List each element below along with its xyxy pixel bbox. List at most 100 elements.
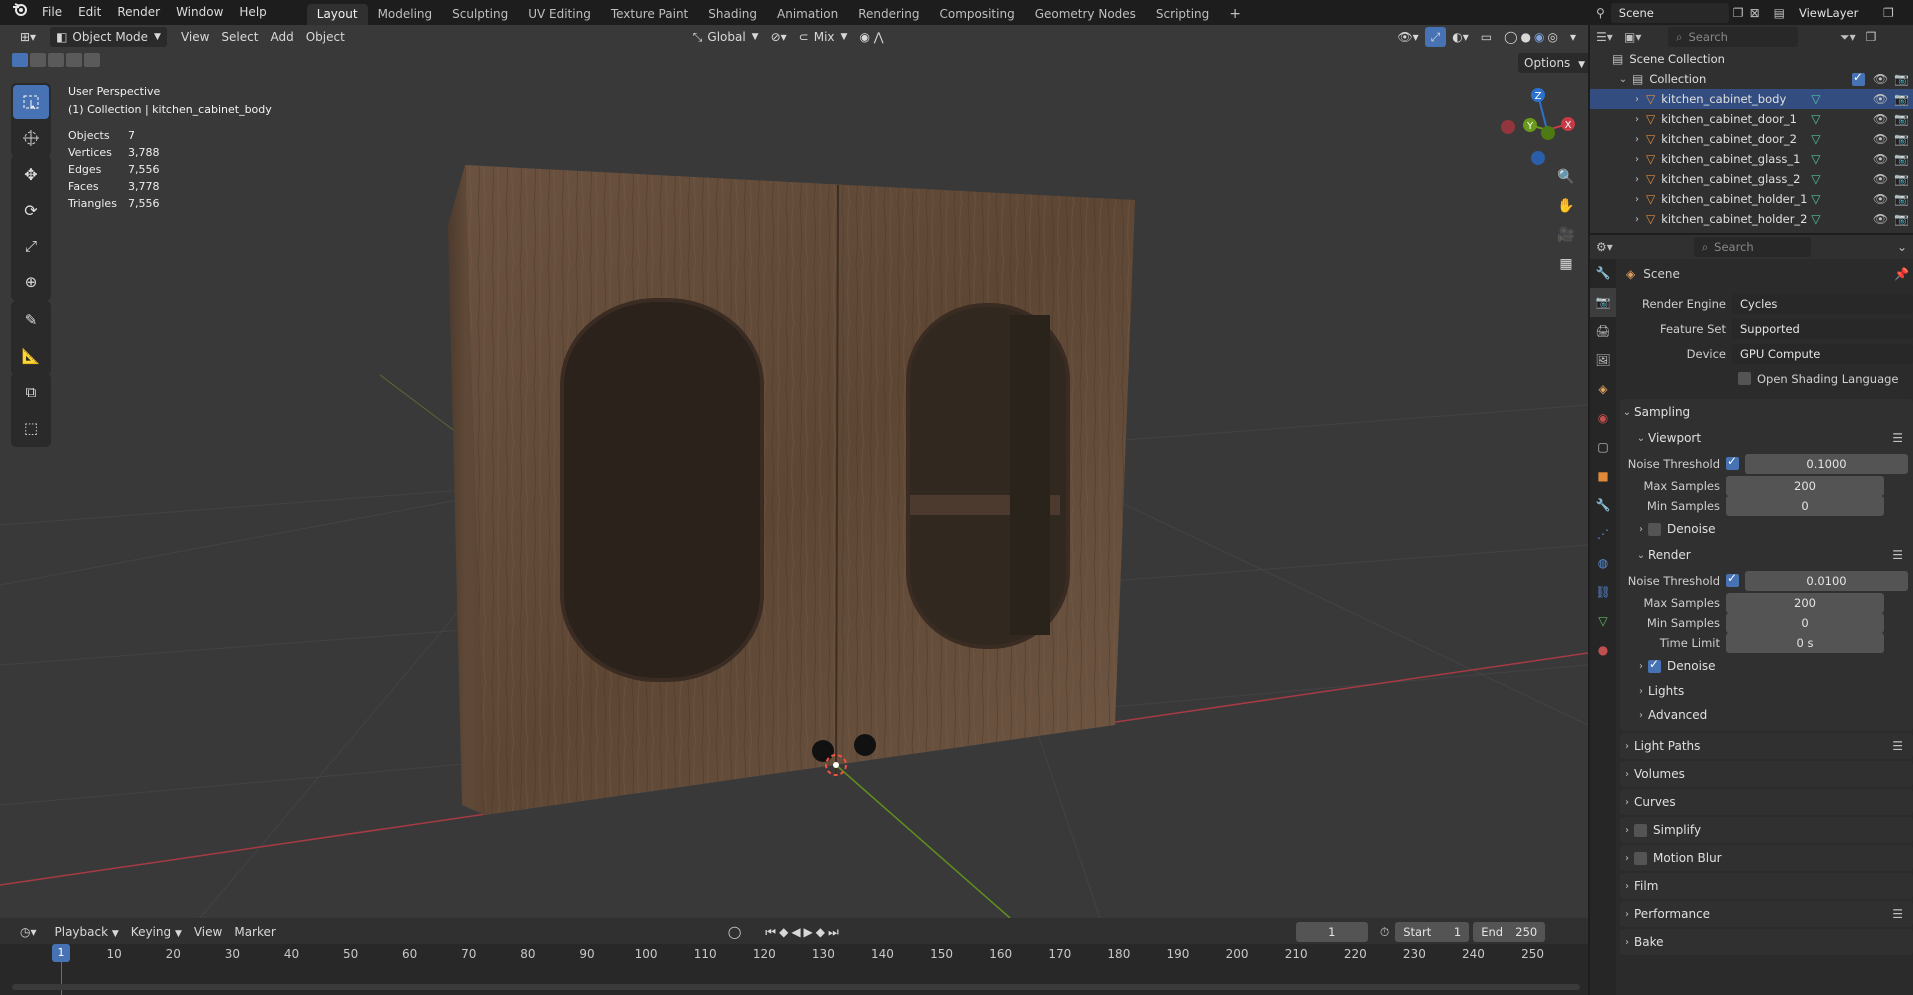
presets-list-icon[interactable]: ☰ (1892, 548, 1903, 562)
tab-compositing[interactable]: Compositing (929, 4, 1024, 25)
3d-viewport[interactable]: X Y Z ⊞▾ ◧ Object Mode ▼ View Select Add… (0, 25, 1588, 918)
data-tab-icon[interactable]: ▽ (1590, 607, 1616, 636)
menu-add[interactable]: Add (264, 27, 299, 47)
annotate-tool-icon[interactable]: ✎ (13, 303, 49, 337)
menu-help[interactable]: Help (231, 0, 274, 25)
properties-editor-icon[interactable]: ⚙▾ (1596, 240, 1636, 254)
select-new-icon[interactable] (12, 53, 28, 67)
play-reverse-icon[interactable]: ◀ (791, 925, 803, 939)
filter-icon[interactable]: ⏷▾ (1840, 30, 1856, 45)
proportional-editing-icon[interactable]: ◉ ⋀ (853, 27, 889, 47)
chevron-down-icon[interactable]: ⌄ (1616, 74, 1630, 85)
eye-icon[interactable]: 👁 (1873, 112, 1888, 126)
viewport-noise-field[interactable]: 0.1000 (1745, 453, 1908, 474)
osl-checkbox[interactable] (1738, 372, 1751, 385)
outliner-item[interactable]: › ▽ kitchen_cabinet_holder_1 ▽ 👁 📷 (1590, 189, 1913, 209)
panel-bake[interactable]: › Bake (1620, 929, 1913, 955)
chevron-right-icon[interactable]: › (1630, 214, 1644, 225)
measure-tool-icon[interactable]: 📐 (13, 339, 49, 373)
kitchen-cabinet-model[interactable] (448, 165, 1135, 815)
solid-shading-icon[interactable]: ● (1521, 27, 1531, 47)
eye-icon[interactable]: 👁 (1873, 192, 1888, 206)
wireframe-shading-icon[interactable]: ◯ (1504, 27, 1517, 47)
gizmo-toggle-icon[interactable]: ⤢ (1424, 27, 1447, 47)
camera-icon[interactable]: 📷 (1894, 212, 1909, 226)
select-extend-icon[interactable] (30, 53, 46, 67)
constraints-tab-icon[interactable]: ⛓ (1590, 578, 1616, 607)
camera-icon[interactable]: 📷 (1894, 132, 1909, 146)
physics-tab-icon[interactable]: ◍ (1590, 549, 1616, 578)
perspective-toggle-icon[interactable]: ▦ (1552, 256, 1580, 285)
presets-list-icon[interactable]: ☰ (1892, 907, 1903, 921)
chevron-right-icon[interactable]: › (1630, 134, 1644, 145)
advanced-subpanel-header[interactable]: › Advanced (1620, 703, 1913, 727)
tab-uv-editing[interactable]: UV Editing (518, 4, 601, 25)
outliner-item[interactable]: › ▽ kitchen_cabinet_door_1 ▽ 👁 📷 (1590, 109, 1913, 129)
xray-icon[interactable]: ▭ (1475, 27, 1498, 47)
eye-icon[interactable]: 👁 (1873, 152, 1888, 166)
panel-motion-blur[interactable]: › Motion Blur (1620, 845, 1913, 871)
time-limit-field[interactable]: 0 s (1726, 633, 1884, 653)
mesh-data-icon[interactable]: ▽ (1811, 132, 1873, 146)
menu-keying[interactable]: Keying ▼ (125, 922, 188, 942)
cursor-tool-icon[interactable] (13, 121, 49, 155)
next-keyframe-icon[interactable]: ◆ (816, 925, 828, 939)
editor-type-icon[interactable]: ⊞▾ (14, 27, 42, 47)
add-object-tool-icon[interactable]: ⬚ (13, 411, 49, 445)
jump-end-icon[interactable]: ⏭ (828, 925, 842, 939)
tab-texture-paint[interactable]: Texture Paint (601, 4, 698, 25)
add-cube-tool-icon[interactable]: ⧉ (13, 375, 49, 409)
overlay-toggle-icon[interactable]: ◐▾ (1446, 27, 1475, 47)
panel-simplify[interactable]: › Simplify (1620, 817, 1913, 843)
outliner-search-input[interactable]: ⌕ Search (1668, 27, 1798, 47)
tab-shading[interactable]: Shading (698, 4, 767, 25)
options-dropdown[interactable]: Options ▼ (1518, 53, 1588, 73)
menu-file[interactable]: File (34, 0, 70, 25)
outliner-item[interactable]: › ▽ kitchen_cabinet_holder_2 ▽ 👁 📷 (1590, 209, 1913, 229)
feature-set-dropdown[interactable]: Supported (1732, 318, 1913, 339)
panel-enable-checkbox[interactable] (1634, 851, 1647, 865)
select-invert-icon[interactable] (66, 53, 82, 67)
delete-scene-icon[interactable]: ⊠ (1750, 6, 1760, 20)
properties-search-input[interactable]: ⌕ Search (1693, 237, 1811, 257)
outliner-item[interactable]: › ▽ kitchen_cabinet_glass_1 ▽ 👁 📷 (1590, 149, 1913, 169)
viewport-max-field[interactable]: 200 (1726, 476, 1884, 496)
jump-start-icon[interactable]: ⏮ (765, 925, 779, 939)
collection-tab-icon[interactable]: ▢ (1590, 433, 1616, 462)
menu-object[interactable]: Object (300, 27, 351, 47)
sampling-header[interactable]: ⌄ Sampling (1620, 399, 1913, 425)
render-tab-icon[interactable]: 📷 (1590, 288, 1616, 317)
eye-icon[interactable]: 👁 (1873, 72, 1888, 86)
new-view-layer-icon[interactable]: ❐ (1883, 6, 1894, 20)
scene-collection-row[interactable]: ▤ Scene Collection (1590, 49, 1913, 69)
world-tab-icon[interactable]: ◉ (1590, 404, 1616, 433)
chevron-right-icon[interactable]: › (1630, 154, 1644, 165)
modifier-tab-icon[interactable]: 🔧 (1590, 491, 1616, 520)
prev-keyframe-icon[interactable]: ◆ (779, 925, 791, 939)
collection-row[interactable]: ⌄ ▤ Collection 👁 📷 (1590, 69, 1913, 89)
eye-icon[interactable]: 👁 (1873, 172, 1888, 186)
material-tab-icon[interactable]: ● (1590, 636, 1616, 665)
eye-icon[interactable]: 👁 (1873, 212, 1888, 226)
menu-view[interactable]: View (175, 27, 215, 47)
view-layer-tab-icon[interactable]: 🖼 (1590, 346, 1616, 375)
menu-marker[interactable]: Marker (228, 922, 281, 942)
menu-edit[interactable]: Edit (70, 0, 109, 25)
outliner-item[interactable]: › ▽ kitchen_cabinet_door_2 ▽ 👁 📷 (1590, 129, 1913, 149)
lights-subpanel-header[interactable]: › Lights (1620, 679, 1913, 703)
outliner-item[interactable]: › ▽ kitchen_cabinet_glass_2 ▽ 👁 📷 (1590, 169, 1913, 189)
blender-logo-icon[interactable] (0, 0, 34, 25)
mesh-data-icon[interactable]: ▽ (1811, 192, 1873, 206)
device-dropdown[interactable]: GPU Compute (1732, 343, 1913, 364)
tab-animation[interactable]: Animation (767, 4, 848, 25)
view-layer-icon[interactable]: ▤ (1774, 6, 1785, 20)
panel-curves[interactable]: › Curves (1620, 789, 1913, 815)
mesh-data-icon[interactable]: ▽ (1811, 212, 1873, 226)
add-workspace-icon[interactable]: + (1219, 4, 1251, 25)
render-denoise-header[interactable]: › Denoise (1620, 653, 1913, 679)
panel-light-paths[interactable]: › Light Paths ☰ (1620, 733, 1913, 759)
viewport-denoise-checkbox[interactable] (1648, 522, 1661, 536)
display-mode-icon[interactable]: ▣▾ (1624, 30, 1658, 44)
pin-icon[interactable]: 📌 (1894, 267, 1909, 281)
scale-tool-icon[interactable]: ⤢ (13, 229, 49, 263)
